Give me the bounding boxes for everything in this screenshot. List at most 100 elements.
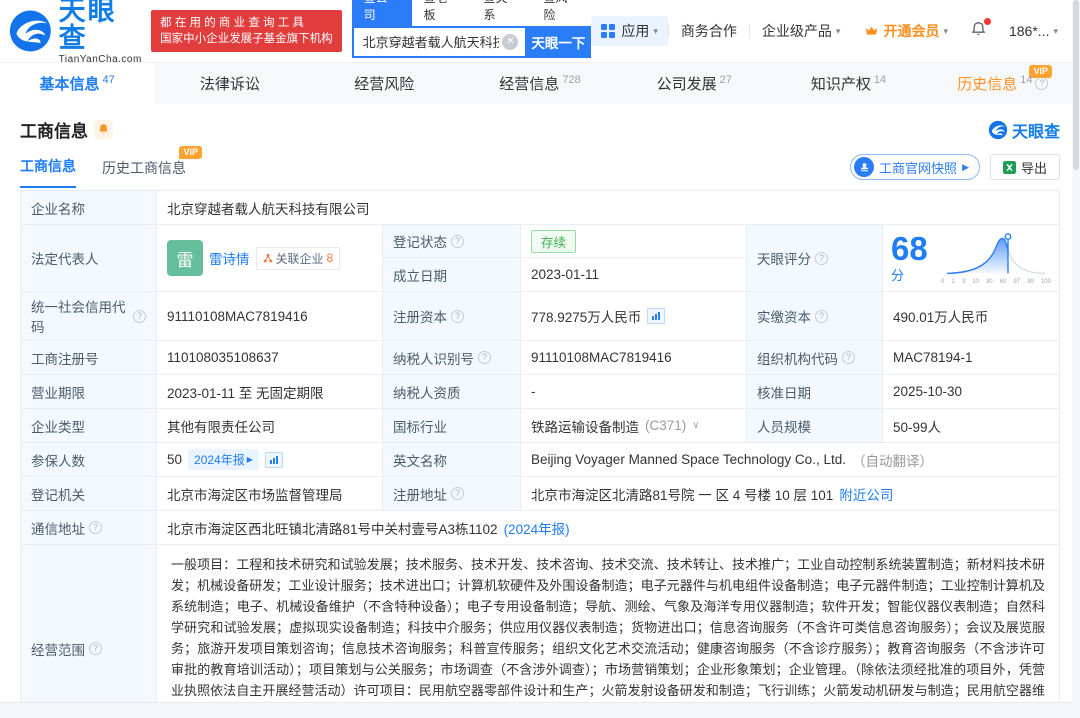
annual-report-link[interactable]: (2024年报)	[504, 518, 570, 538]
industry-value[interactable]: 铁路运输设备制造 (C371) ∨	[521, 409, 747, 443]
section-title-wrap: 工商信息	[20, 117, 113, 142]
search-input[interactable]	[351, 25, 526, 58]
auto-translate-note: （自动翻译）	[851, 453, 933, 469]
notification-bell[interactable]	[960, 18, 997, 41]
tab-history-info[interactable]: VIP 历史信息 14	[926, 63, 1080, 104]
subtab-business-info[interactable]: 工商信息	[20, 156, 76, 188]
establish-date-value: 2023-01-11	[531, 267, 600, 282]
search-tabs: 查公司 查老板 查关系 查风险	[351, 0, 592, 26]
caret-down-icon: ▾	[835, 25, 841, 36]
taxpayer-id-value: 91110108MAC7819416	[521, 341, 747, 375]
taxpayer-quality-value: -	[521, 375, 747, 409]
business-info-card: 工商信息 天眼查 工商信息 VIP 历史工商信息 工商官网快照 ▶ 导出 企业名…	[0, 104, 1080, 718]
tab-operation-info[interactable]: 经营信息 728	[463, 63, 617, 104]
official-snapshot-button[interactable]: 工商官网快照 ▶	[850, 154, 980, 180]
excel-icon	[1002, 160, 1016, 174]
vertical-scrollbar[interactable]	[1072, 0, 1080, 718]
registration-authority-label: 登记机关	[21, 477, 157, 511]
staff-size-value: 50-99人	[883, 409, 1060, 443]
nav-apps[interactable]: 应用 ▾	[591, 16, 668, 46]
company-name-value: 北京穿越者载人航天科技有限公司	[157, 191, 1060, 225]
business-scope-value: 一般项目：工程和技术研究和试验发展；技术服务、技术开发、技术咨询、技术交流、技术…	[157, 545, 1060, 718]
score-cell[interactable]: 68分 0 1 3 10 30 60 97 99 100	[883, 225, 1060, 292]
search-tab-boss[interactable]: 查老板	[412, 0, 472, 26]
site-logo[interactable]: 天眼查 TianYanCha.com	[8, 0, 143, 65]
tianyancha-logo-icon	[9, 10, 51, 52]
reg-address-value: 北京市海淀区北清路81号院 一 区 4 号楼 10 层 101 附近公司	[521, 477, 1060, 511]
help-icon[interactable]	[451, 487, 464, 500]
org-code-value: MAC78194-1	[883, 341, 1060, 375]
legal-rep-link[interactable]: 雷诗情	[209, 248, 250, 268]
help-icon[interactable]	[133, 309, 146, 323]
tab-intellectual-property[interactable]: 知识产权 14	[771, 63, 925, 104]
score-axis-labels: 0 1 3 10 30 60 97 99 100	[941, 279, 1051, 285]
taxpayer-quality-label: 纳税人资质	[383, 375, 521, 409]
nav-open-vip[interactable]: 开通会员 ▾	[852, 21, 960, 41]
help-icon[interactable]	[815, 309, 828, 323]
scrollbar-thumb[interactable]	[1073, 0, 1079, 170]
company-tab-bar: 基本信息 47 法律诉讼 经营风险 经营信息 728 公司发展 27 知识产权 14 V…	[0, 62, 1080, 104]
help-icon[interactable]	[451, 309, 464, 323]
play-icon: ▶	[246, 455, 253, 464]
approve-date-value: 2025-10-30	[883, 375, 1060, 409]
help-icon[interactable]	[478, 351, 491, 364]
help-icon[interactable]	[89, 521, 102, 534]
export-button[interactable]: 导出	[989, 154, 1060, 180]
top-header: 天眼查 TianYanCha.com 都 在 用 的 商 业 查 询 工 具 国…	[0, 0, 1080, 65]
tab-basic-info[interactable]: 基本信息 47	[0, 63, 155, 104]
mail-address-label: 通信地址	[21, 511, 157, 545]
logo-title: 天眼查	[58, 0, 117, 53]
search-tab-relation[interactable]: 查关系	[472, 0, 532, 26]
page: 天眼查 TianYanCha.com 都 在 用 的 商 业 查 询 工 具 国…	[0, 0, 1080, 718]
search-button[interactable]: 天眼一下	[525, 25, 592, 58]
subtab-history-business-info[interactable]: VIP 历史工商信息	[102, 146, 202, 188]
credit-code-value: 91110108MAC7819416	[157, 292, 383, 341]
watermark-text: 天眼查	[1011, 123, 1060, 141]
search-block: 查公司 查老板 查关系 查风险 ✕ 天眼一下	[351, 0, 592, 58]
help-icon[interactable]	[842, 351, 855, 364]
search-tab-company[interactable]: 查公司	[351, 0, 412, 26]
status-badge: 存续	[531, 229, 577, 253]
nav-user-account[interactable]: 186*... ▾	[997, 23, 1070, 39]
reg-number-label: 工商注册号	[21, 341, 157, 375]
help-icon[interactable]	[89, 642, 102, 655]
insured-trend-icon[interactable]	[264, 451, 283, 468]
reg-capital-label: 注册资本	[383, 292, 521, 341]
subscribe-bell-icon[interactable]	[94, 120, 113, 139]
caret-down-icon: ▾	[943, 25, 948, 36]
annual-report-badge[interactable]: 2024年报 ▶	[188, 449, 259, 470]
tab-operation-risk[interactable]: 经营风险	[309, 63, 463, 104]
score-label: 天眼评分	[747, 225, 883, 292]
business-scope-label: 经营范围	[21, 545, 157, 718]
registration-authority-value: 北京市海淀区市场监督管理局	[157, 477, 383, 511]
capital-trend-icon[interactable]	[647, 308, 666, 324]
page-bottom-strip	[0, 702, 1080, 718]
company-name-label: 企业名称	[21, 191, 157, 225]
related-companies-badge[interactable]: 关联企业 8	[255, 246, 341, 270]
approve-date-label: 核准日期	[747, 375, 883, 409]
business-info-table: 企业名称 北京穿越者载人航天科技有限公司 法定代表人 雷 雷诗情 关联企业 8	[20, 190, 1060, 718]
reg-status-value: 存续	[521, 225, 746, 258]
industry-label: 国标行业	[383, 409, 521, 443]
clear-icon[interactable]: ✕	[502, 33, 519, 50]
stamp-icon	[854, 157, 875, 177]
legal-rep-avatar[interactable]: 雷	[167, 240, 203, 276]
chevron-down-icon: ∨	[692, 420, 700, 431]
apps-grid-icon	[601, 24, 616, 38]
help-icon[interactable]	[451, 234, 464, 248]
english-name-label: 英文名称	[383, 443, 521, 477]
search-tab-risk[interactable]: 查风险	[531, 0, 591, 26]
help-icon[interactable]	[815, 251, 828, 265]
establish-date-label: 成立日期	[383, 258, 521, 291]
help-icon[interactable]	[1035, 77, 1049, 90]
english-name-value: Beijing Voyager Manned Space Technology …	[521, 443, 1060, 477]
nearby-companies-link[interactable]: 附近公司	[839, 484, 893, 504]
reg-status-label: 登记状态	[383, 225, 521, 258]
tab-legal-litigation[interactable]: 法律诉讼	[154, 63, 308, 104]
nav-cooperation[interactable]: 商务合作	[669, 21, 749, 41]
promo-line1: 都 在 用 的 商 业 查 询 工 具	[160, 17, 304, 29]
paid-capital-label: 实缴资本	[747, 292, 883, 341]
insured-count-value: 50 2024年报 ▶	[157, 443, 383, 477]
tab-company-development[interactable]: 公司发展 27	[617, 63, 771, 104]
nav-enterprise[interactable]: 企业级产品 ▾	[750, 21, 853, 41]
